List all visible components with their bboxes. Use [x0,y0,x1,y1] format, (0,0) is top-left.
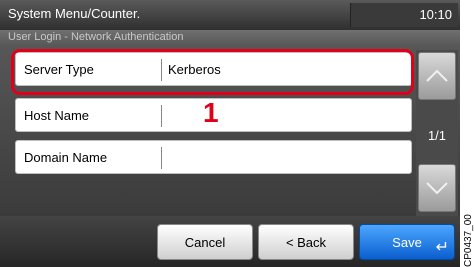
cancel-button[interactable]: Cancel [157,224,253,260]
domain-name-label: Domain Name [24,150,108,165]
scroll-down-button[interactable] [418,164,456,212]
scroll-up-button[interactable] [418,52,456,100]
back-button[interactable]: < Back [258,224,354,260]
save-button-label: Save [392,235,422,250]
page-indicator: 1/1 [427,128,447,143]
host-name-label: Host Name [24,108,90,123]
highlight-frame [11,49,414,95]
row-divider [161,147,162,169]
figure-code: CP0437_00 [463,214,474,267]
back-button-label: < Back [285,235,327,250]
clock: 10:10 [350,3,458,27]
cancel-button-label: Cancel [184,235,226,250]
save-button[interactable]: Save ↵ [359,224,455,260]
row-divider [161,105,162,127]
breadcrumb-bar: User Login - Network Authentication [0,30,460,46]
step-callout-number: 1 [203,97,219,128]
breadcrumb: User Login - Network Authentication [8,31,184,43]
device-panel-screen: System Menu/Counter. 10:10 User Login - … [0,0,460,267]
domain-name-row[interactable]: Domain Name [15,140,412,174]
screen-title: System Menu/Counter. [8,6,141,21]
title-bar: System Menu/Counter. 10:10 [0,0,460,30]
chevron-up-icon [426,69,448,82]
chevron-down-icon [426,182,448,195]
scroll-panel: 1/1 [416,50,458,216]
enter-icon: ↵ [435,239,449,256]
